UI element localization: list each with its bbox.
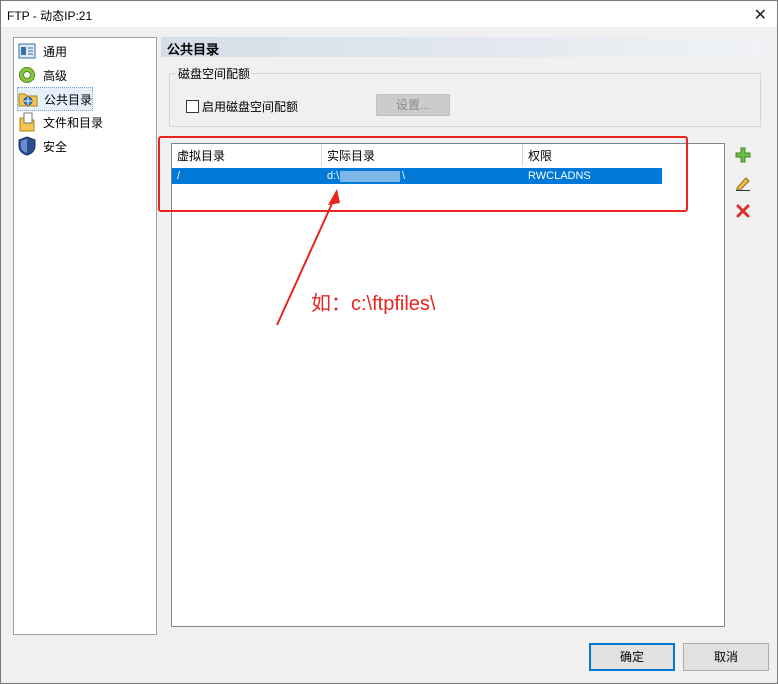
- annotation-text: 如：c:\ftpfiles\: [311, 293, 436, 315]
- dialog-body: 通用 高级 公共目录 文件和目录 安全 公共目录 磁盘空间配额 启用磁盘空间配额…: [1, 27, 777, 683]
- title-bar: FTP - 动态IP:21 ✕: [1, 1, 777, 27]
- ok-button[interactable]: 确定: [589, 643, 675, 671]
- annotation-arrow: [276, 189, 340, 326]
- cancel-button[interactable]: 取消: [683, 643, 769, 671]
- window-title: FTP - 动态IP:21: [7, 9, 93, 23]
- dialog-window: FTP - 动态IP:21 ✕ 通用 高级 公共目录 文件和目录 安全 公共目录…: [0, 0, 778, 684]
- close-icon[interactable]: ✕: [754, 5, 767, 25]
